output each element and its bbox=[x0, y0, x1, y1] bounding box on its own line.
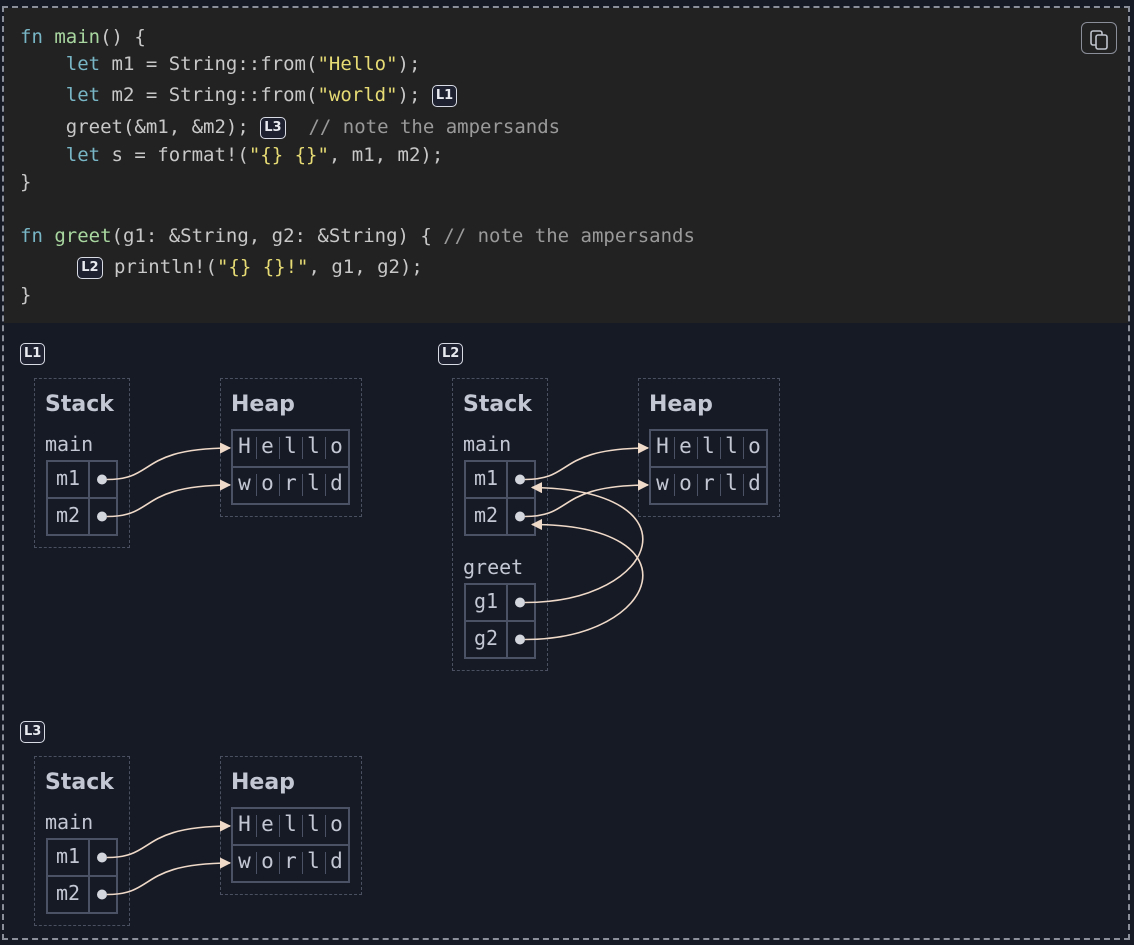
pointer-dot-m1 bbox=[97, 852, 107, 863]
pointer-dot-m1 bbox=[515, 474, 525, 485]
pointer-arrows bbox=[97, 442, 650, 900]
pointer-dot-g2 bbox=[515, 634, 525, 645]
arrow-m1-to-heap bbox=[106, 442, 232, 481]
pointer-dot-m2 bbox=[97, 511, 107, 522]
pointer-dot-m1 bbox=[97, 474, 107, 485]
arrow-g2-to-m2 bbox=[524, 518, 644, 641]
arrow-m2-to-heap bbox=[106, 857, 232, 896]
pointer-dot-m2 bbox=[515, 511, 525, 522]
pointer-dot-g1 bbox=[515, 597, 525, 608]
arrow-m1-to-heap bbox=[106, 820, 232, 859]
pointer-dot-m2 bbox=[97, 889, 107, 900]
arrow-m2-to-heap bbox=[106, 479, 232, 518]
arrow-m1-to-heap bbox=[524, 442, 650, 481]
